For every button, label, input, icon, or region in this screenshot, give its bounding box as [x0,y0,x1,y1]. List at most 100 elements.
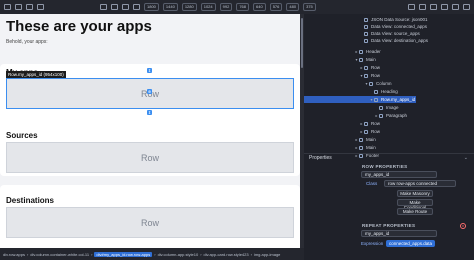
breadcrumb-item[interactable]: img.app-image [254,252,280,257]
selection-size-label: Row.my_apps_id (954x100) [6,71,66,78]
tree-item[interactable]: Heading [304,88,398,95]
breadcrumb-item[interactable]: div#my_apps_id.row.row-apps [94,251,153,257]
element-node-icon [364,129,368,134]
element-node-icon [374,89,378,94]
row-properties-title: ROW PROPERTIES [362,164,408,169]
resize-handle-top-icon[interactable]: ⇕ [147,68,152,73]
resize-handle-bottom-icon[interactable]: ⇕ [147,110,152,115]
page-title[interactable]: These are your apps [6,18,152,35]
tree-item[interactable]: ▸ Main [304,136,376,143]
undo-icon[interactable] [441,4,448,10]
desktop-device-icon[interactable] [100,4,107,10]
card-title-sources[interactable]: Sources [6,131,38,140]
breadcrumb-separator: › [91,251,93,257]
breakpoint-768[interactable]: 768 [236,3,249,11]
card-title-destinations[interactable]: Destinations [6,196,54,205]
breadcrumb-item[interactable]: div.column.container-white.col-11 [30,252,89,257]
tree-item[interactable]: Data View: destination_apps [304,37,428,44]
tree-item-label: Data View: connected_apps [371,24,427,29]
properties-title: Properties [309,155,332,161]
tree-item[interactable]: ▾ Column [304,80,391,87]
redo-icon[interactable] [452,4,459,10]
sidebar-toggle-icon[interactable] [4,4,11,10]
tree-item[interactable]: ▾ Main [304,56,376,63]
properties-header[interactable]: Properties ⌄ [304,153,474,162]
tree-item-label: Data View: source_apps [371,31,420,36]
breadcrumb: div.row.apps › div.column.container-white.… [0,248,304,260]
tree-item-label: JSON Data Source: json001 [371,17,428,22]
breakpoint-640[interactable]: 640 [253,3,266,11]
drag-handle-icon[interactable]: ⊕ [147,89,152,94]
breakpoint-992[interactable]: 992 [219,3,233,11]
inspector-panel: JSON Data Source: json001 Data View: conn… [304,14,474,260]
element-node-icon [369,81,373,86]
tree-item[interactable]: ▸ Paragraph [304,112,407,119]
add-icon[interactable] [430,4,437,10]
grid-icon[interactable] [15,4,22,10]
breadcrumb-item[interactable]: div.column-app.style10 [158,252,199,257]
tree-item[interactable]: ▾ Row [304,72,380,79]
repeat-properties-title: REPEAT PROPERTIES [362,223,416,228]
breakpoint-375[interactable]: 375 [303,3,316,11]
page-subtitle[interactable]: Behold, your apps: [6,39,48,45]
element-node-icon [359,145,363,150]
tree-item[interactable]: ▾ Row.my_apps_id [304,96,416,103]
phone-device-icon[interactable] [133,4,140,10]
tree-item[interactable]: Data View: source_apps [304,30,420,37]
row-destinations[interactable]: Row [6,207,294,238]
expression-chip[interactable]: connected_apps.data [386,240,436,247]
make-masonry-button[interactable]: Make Masonry [397,190,433,197]
tree-item[interactable]: ▸ Header [304,48,380,55]
row-sources[interactable]: Row [6,142,294,173]
breadcrumb-item[interactable]: div.app-card.row.style423 [204,252,249,257]
tree-item[interactable]: ▸ Row [304,64,380,71]
element-node-icon [364,73,368,78]
breakpoint-1280[interactable]: 1280 [181,3,197,11]
make-route-button[interactable]: Make Route [397,208,433,215]
id-field[interactable]: my_apps_id [361,171,437,178]
element-node-icon [359,137,363,142]
tree-item[interactable]: ▸ Row [304,120,380,127]
menu-icon[interactable] [463,4,470,10]
make-conditional-region-button[interactable]: Make Conditional Region [397,199,433,215]
expression-label: Expression [361,241,384,246]
tree-item-label: Heading [381,89,398,94]
tree-item[interactable]: Data View: connected_apps [304,23,427,30]
breakpoint-1024[interactable]: 1024 [200,3,216,11]
element-node-icon [364,38,368,43]
breakpoint-480[interactable]: 480 [286,3,300,11]
tablet-device-icon[interactable] [122,4,129,10]
card-destinations[interactable]: Destinations Row [0,185,300,248]
tree-item[interactable]: ▸ Row [304,128,380,135]
tree-item-label: Main [366,145,376,150]
tree-item-label: Main [366,137,376,142]
breadcrumb-separator: › [250,251,252,257]
tree-item[interactable]: ▸ Main [304,144,376,151]
class-label: Class [366,181,378,186]
tree-item-label: Image [386,105,399,110]
settings-icon[interactable] [419,4,426,10]
scrollbar-thumb[interactable] [301,18,303,68]
card-sources[interactable]: Sources Row [0,120,300,176]
breakpoint-576[interactable]: 576 [269,3,283,11]
breakpoint-1440[interactable]: 1440 [162,3,178,11]
code-icon[interactable] [26,4,33,10]
tree-item[interactable]: Image [304,104,399,111]
element-node-icon [379,113,383,118]
breakpoint-1800[interactable]: 1800 [144,3,159,11]
design-canvas[interactable]: These are your apps Behold, your apps: M… [0,14,300,248]
element-node-icon [379,105,383,110]
element-node-icon [364,24,368,29]
breadcrumb-item[interactable]: div.row.apps [3,252,25,257]
tree-item-label: Main [366,57,376,62]
tree-item[interactable]: JSON Data Source: json001 [304,16,428,23]
tree-item-label: Row [371,129,381,134]
layers-icon[interactable] [37,4,44,10]
remove-repeat-icon[interactable]: x [460,223,466,229]
laptop-device-icon[interactable] [111,4,118,10]
repeat-id-field[interactable]: my_apps_id [361,230,437,237]
chevron-down-icon[interactable]: ⌄ [464,154,468,163]
class-field[interactable]: row row-apps connected [384,180,456,187]
preview-eye-icon[interactable] [408,4,415,10]
tree-item-label: Row [371,65,381,70]
